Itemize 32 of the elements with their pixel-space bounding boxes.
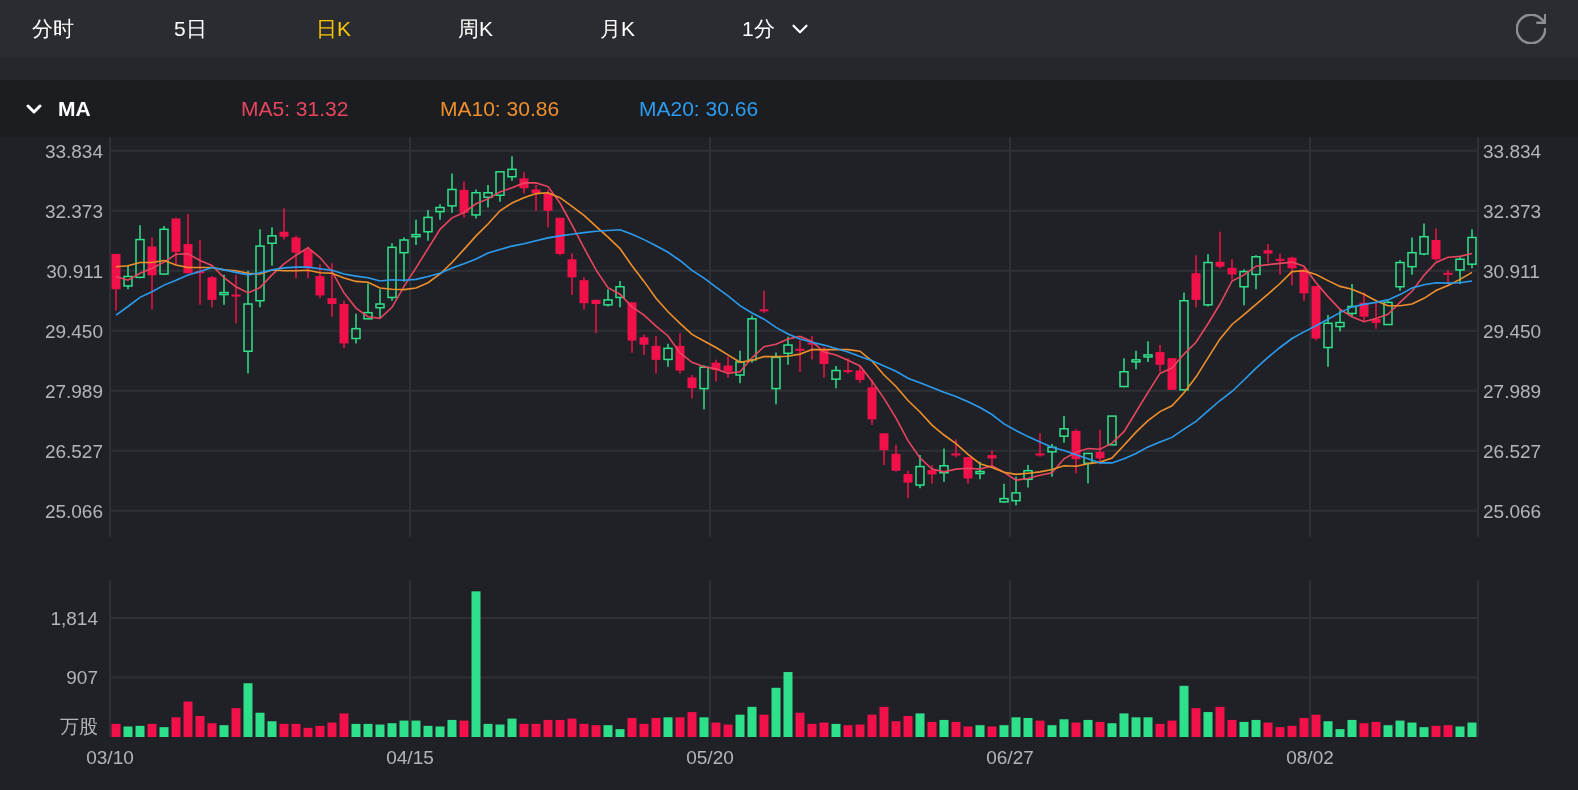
axis-label: 27.989 <box>1483 380 1542 402</box>
axis-label: 32.373 <box>44 200 103 222</box>
axis-label: 30.911 <box>46 260 103 282</box>
axis-label: 25.066 <box>44 500 103 522</box>
date-label: 06/27 <box>986 747 1034 768</box>
axis-label: 26.527 <box>1483 440 1542 462</box>
axis-label: 29.450 <box>1483 320 1542 342</box>
axis-label: 27.989 <box>44 380 103 402</box>
moving-average-value: MA5: 31.32 <box>241 96 350 121</box>
axis-unit-label: 万股 <box>60 716 98 737</box>
period-tab[interactable]: 分时 <box>32 14 174 43</box>
axis-label: 29.450 <box>44 320 103 342</box>
axis-label: 1,814 <box>50 608 98 629</box>
indicator-toggle[interactable]: MA <box>22 96 241 121</box>
date-label: 08/02 <box>1286 747 1334 768</box>
date-label: 05/20 <box>686 747 734 768</box>
axis-label: 33.834 <box>44 140 103 162</box>
period-tab[interactable]: 日K <box>316 14 458 43</box>
axis-label: 25.066 <box>1483 500 1542 522</box>
period-tab[interactable]: 5日 <box>174 14 316 43</box>
date-label: 03/10 <box>86 747 134 768</box>
moving-average-value: MA20: 30.66 <box>639 96 760 121</box>
axis-label: 30.911 <box>1483 260 1540 282</box>
interval-dropdown[interactable]: 1分 <box>742 14 813 43</box>
axis-label: 26.527 <box>44 440 103 462</box>
period-tab[interactable]: 月K <box>600 14 742 43</box>
axis-label: 32.373 <box>1483 200 1542 222</box>
axis-label: 907 <box>66 667 98 689</box>
axis-label: 33.834 <box>1483 140 1542 162</box>
date-label: 04/15 <box>386 747 434 768</box>
period-tab[interactable]: 周K <box>458 14 600 43</box>
moving-average-value: MA10: 30.86 <box>440 96 561 121</box>
